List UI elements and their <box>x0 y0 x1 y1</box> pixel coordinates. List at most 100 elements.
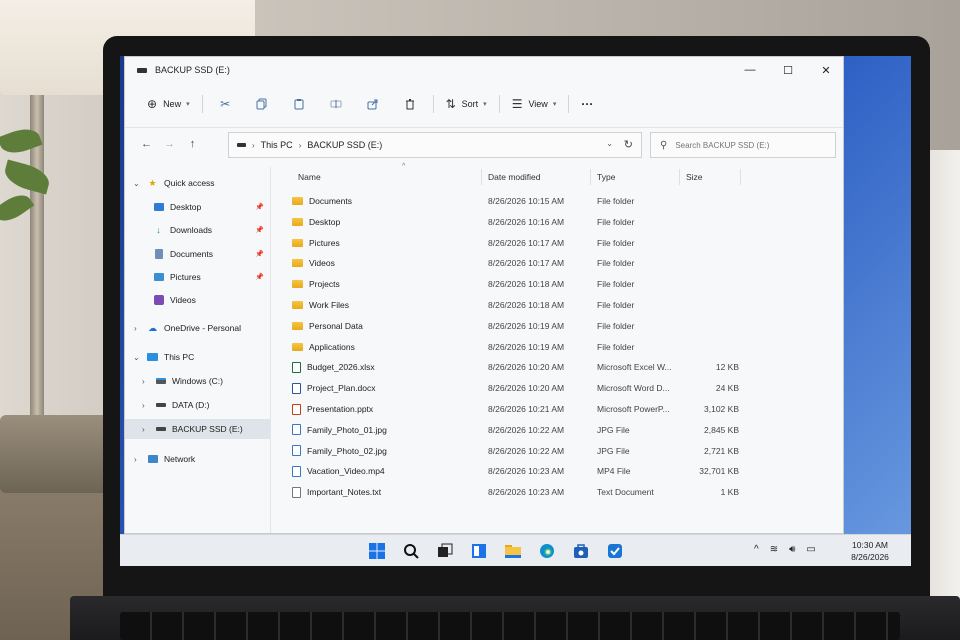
close-button[interactable]: ✕ <box>807 57 843 83</box>
column-header-date[interactable]: Date modified <box>482 165 590 189</box>
sidebar-item-documents[interactable]: Documents 📌 <box>125 244 270 264</box>
back-button[interactable]: ← <box>135 133 158 155</box>
wifi-icon[interactable]: ≋ <box>770 544 778 555</box>
chevron-right-icon[interactable]: › <box>134 324 137 333</box>
sidebar-item-label: Network <box>164 454 196 464</box>
file-size <box>679 212 739 232</box>
view-button[interactable]: ☰ View ▾ <box>504 91 565 117</box>
address-bar[interactable]: › This PC › BACKUP SSD (E:) ⌄ ↻ <box>228 132 642 158</box>
battery-icon[interactable]: ▭ <box>806 544 815 555</box>
file-type: JPG File <box>597 445 630 456</box>
sidebar-item-onedrive[interactable]: › ☁ OneDrive - Personal <box>125 318 270 338</box>
rename-button[interactable] <box>318 91 355 117</box>
sort-button[interactable]: ⇅ Sort ▾ <box>438 91 495 117</box>
taskbar-search-button[interactable] <box>394 540 428 562</box>
file-name-cell: Projects <box>292 274 472 294</box>
outlook-taskbar-button[interactable] <box>598 540 632 562</box>
up-button[interactable]: ↑ <box>181 133 204 155</box>
taskbar-clock[interactable]: 10:30 AM 8/26/2026 <box>840 539 900 563</box>
pin-icon[interactable]: 📌 <box>255 226 264 234</box>
share-button[interactable] <box>355 91 392 117</box>
sidebar-item-this-pc[interactable]: ⌄ This PC <box>125 347 270 367</box>
sidebar-item-pictures[interactable]: Pictures 📌 <box>125 267 270 287</box>
file-explorer-taskbar-button[interactable] <box>496 540 530 562</box>
column-header-name[interactable]: ^ Name <box>292 163 480 189</box>
file-row[interactable]: Desktop 8/26/2026 10:16 AM File folder <box>272 212 843 232</box>
file-row[interactable]: Budget_2026.xlsx 8/26/2026 10:20 AM Micros… <box>272 357 843 377</box>
file-row[interactable]: Projects 8/26/2026 10:18 AM File folder <box>272 274 843 294</box>
refresh-icon[interactable]: ↻ <box>624 138 633 151</box>
file-row[interactable]: Applications 8/26/2026 10:19 AM File folde… <box>272 337 843 357</box>
chevron-down-icon[interactable]: ⌄ <box>606 139 613 148</box>
more-options-button[interactable]: ··· <box>573 91 601 117</box>
chevron-right-icon: › <box>298 140 302 150</box>
breadcrumb-backup-ssd[interactable]: BACKUP SSD (E:) <box>307 140 382 150</box>
sidebar-item-desktop[interactable]: Desktop 📌 <box>125 197 270 217</box>
folder-icon <box>292 217 303 226</box>
file-row[interactable]: Presentation.pptx 8/26/2026 10:21 AM Micro… <box>272 399 843 419</box>
sidebar-item-label: Desktop <box>170 202 202 212</box>
file-row[interactable]: Work Files 8/26/2026 10:18 AM File folder <box>272 295 843 315</box>
chevron-right-icon[interactable]: › <box>142 377 145 386</box>
file-date: 8/26/2026 10:18 AM <box>488 279 565 290</box>
chevron-down-icon[interactable]: ⌄ <box>133 353 140 362</box>
file-size: 1 KB <box>720 487 739 498</box>
file-row[interactable]: Personal Data 8/26/2026 10:19 AM File fold… <box>272 316 843 336</box>
file-row[interactable]: Family_Photo_01.jpg 8/26/2026 10:22 AM JPG… <box>272 420 843 440</box>
file-row[interactable]: Videos 8/26/2026 10:17 AM File folder <box>272 253 843 273</box>
chevron-right-icon[interactable]: › <box>142 425 145 434</box>
search-box[interactable]: ⚲ <box>650 132 836 158</box>
file-row[interactable]: Important_Notes.txt 8/26/2026 10:23 AM Tex… <box>272 482 843 502</box>
edge-taskbar-button[interactable] <box>530 540 564 562</box>
volume-icon[interactable]: 🔊︎ <box>789 544 795 555</box>
chevron-up-icon[interactable]: ^ <box>754 544 759 555</box>
toolbar-divider-line <box>125 127 843 128</box>
file-row[interactable]: Documents 8/26/2026 10:15 AM File folder <box>272 191 843 211</box>
column-header-size[interactable]: Size <box>680 165 740 189</box>
folder-icon <box>292 321 303 330</box>
title-bar[interactable]: BACKUP SSD (E:) — ☐ ✕ <box>125 57 843 83</box>
cut-button[interactable]: ✂ <box>207 91 244 117</box>
maximize-button[interactable]: ☐ <box>769 57 807 83</box>
copy-button[interactable] <box>244 91 281 117</box>
pin-icon[interactable]: 📌 <box>255 273 264 281</box>
file-name-cell: Applications <box>292 337 472 357</box>
file-row[interactable]: Pictures 8/26/2026 10:17 AM File folder <box>272 233 843 253</box>
copy-icon <box>256 98 267 110</box>
sidebar-item-downloads[interactable]: ↓ Downloads 📌 <box>125 220 270 240</box>
chevron-right-icon[interactable]: › <box>142 401 145 410</box>
breadcrumb-this-pc[interactable]: This PC <box>261 140 293 150</box>
pin-icon[interactable]: 📌 <box>255 250 264 258</box>
sidebar-item-windows-c[interactable]: › Windows (C:) <box>125 371 270 391</box>
chevron-right-icon[interactable]: › <box>134 455 137 464</box>
sidebar-item-data-d[interactable]: › DATA (D:) <box>125 395 270 415</box>
store-taskbar-button[interactable] <box>564 540 598 562</box>
taskbar-apps <box>360 540 632 562</box>
excel-file-icon <box>292 361 301 373</box>
new-button[interactable]: ⊕ New ▾ <box>139 91 198 117</box>
column-divider[interactable] <box>740 169 741 185</box>
chevron-down-icon[interactable]: ⌄ <box>133 179 140 188</box>
start-button[interactable] <box>360 540 394 562</box>
widgets-button[interactable] <box>462 540 496 562</box>
search-input[interactable] <box>675 140 826 150</box>
paste-button[interactable] <box>281 91 318 117</box>
forward-button[interactable]: → <box>158 133 181 155</box>
task-view-button[interactable] <box>428 540 462 562</box>
pin-icon[interactable]: 📌 <box>255 203 264 211</box>
sidebar-item-backup-ssd[interactable]: › BACKUP SSD (E:) <box>125 419 270 439</box>
sidebar-item-quick-access[interactable]: ⌄ ★ Quick access <box>125 173 270 193</box>
file-row[interactable]: Vacation_Video.mp4 8/26/2026 10:23 AM MP4 … <box>272 461 843 481</box>
delete-button[interactable] <box>392 91 429 117</box>
sidebar-item-network[interactable]: › Network <box>125 449 270 469</box>
file-name: Important_Notes.txt <box>307 487 382 498</box>
task-view-icon <box>438 543 453 557</box>
column-header-type[interactable]: Type <box>591 165 679 189</box>
file-row[interactable]: Project_Plan.docx 8/26/2026 10:20 AM Micro… <box>272 378 843 398</box>
sidebar-item-videos[interactable]: Videos <box>125 290 270 310</box>
file-name-cell: Pictures <box>292 233 472 253</box>
side-object <box>930 150 960 620</box>
sidebar-item-label: Downloads <box>170 225 213 235</box>
file-row[interactable]: Family_Photo_02.jpg 8/26/2026 10:22 AM JPG… <box>272 441 843 461</box>
minimize-button[interactable]: — <box>731 57 769 83</box>
